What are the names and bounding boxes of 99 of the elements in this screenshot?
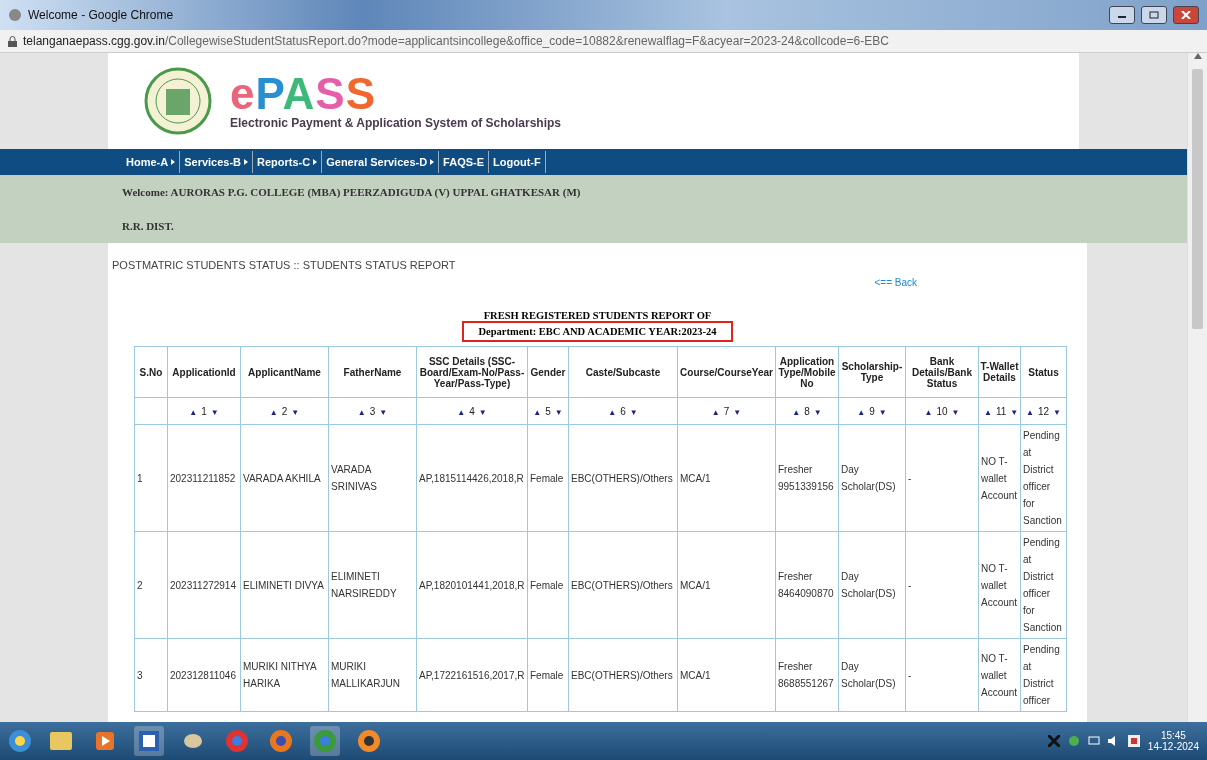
table-cell: 202312811046 bbox=[167, 638, 241, 712]
clock[interactable]: 15:45 14-12-2024 bbox=[1147, 730, 1199, 752]
table-cell: MCA/1 bbox=[677, 638, 776, 712]
minimize-button[interactable] bbox=[1109, 6, 1135, 24]
welcome-text: Welcome: AURORAS P.G. COLLEGE (MBA) PEERZADIGUDA (V) UPPAL GHATKESAR (M) bbox=[122, 186, 582, 198]
table-cell: Female bbox=[527, 424, 569, 532]
maximize-icon bbox=[1149, 11, 1159, 19]
table-cell: EBC(OTHERS)/Others bbox=[568, 424, 678, 532]
table-cell: Fresher 8688551267 bbox=[775, 638, 839, 712]
table-cell: MCA/1 bbox=[677, 424, 776, 532]
table-cell: Fresher 9951339156 bbox=[775, 424, 839, 532]
column-header[interactable]: Application Type/Mobile No bbox=[775, 346, 839, 398]
sort-control[interactable]: ▲ 7 ▼ bbox=[677, 397, 776, 425]
table-cell: ELIMINETI DIVYA bbox=[240, 531, 329, 639]
table-cell: ELIMINETI NARSIREDDY bbox=[328, 531, 417, 639]
report-subtitle: Department: EBC AND ACADEMIC YEAR:2023-24 bbox=[462, 321, 733, 342]
table-cell: AP,1815114426,2018,R bbox=[416, 424, 528, 532]
sort-control[interactable]: ▲ 5 ▼ bbox=[527, 397, 569, 425]
browser-icon bbox=[8, 8, 22, 22]
sync-icon[interactable] bbox=[1067, 735, 1080, 747]
sort-control[interactable]: ▲ 1 ▼ bbox=[167, 397, 241, 425]
column-header[interactable]: Scholarship-Type bbox=[838, 346, 906, 398]
table-cell: MURIKI MALLIKARJUN bbox=[328, 638, 417, 712]
table-cell: 3 bbox=[134, 638, 168, 712]
column-header[interactable]: ApplicationId bbox=[167, 346, 241, 398]
start-button[interactable] bbox=[8, 729, 32, 753]
column-header[interactable]: FatherName bbox=[328, 346, 417, 398]
table-cell: Pending at District officer for Sanction bbox=[1020, 531, 1067, 639]
network-icon[interactable] bbox=[1087, 735, 1100, 747]
nav-link[interactable]: Home-A bbox=[122, 151, 181, 173]
close-button[interactable] bbox=[1173, 6, 1199, 24]
table-cell: Female bbox=[527, 638, 569, 712]
table-cell: Female bbox=[527, 531, 569, 639]
table-cell: - bbox=[905, 424, 979, 532]
table-cell: VARADA SRINIVAS bbox=[328, 424, 417, 532]
nav-link[interactable]: Reports-C bbox=[253, 151, 323, 173]
sort-control[interactable]: ▲ 4 ▼ bbox=[416, 397, 528, 425]
table-cell: NO T-wallet Account bbox=[978, 531, 1021, 639]
table-cell: - bbox=[905, 531, 979, 639]
district-text: R.R. DIST. bbox=[122, 220, 175, 232]
media-player-icon[interactable] bbox=[96, 732, 114, 750]
report-title: FRESH REGISTERED STUDENTS REPORT OF bbox=[482, 310, 713, 321]
column-header[interactable]: S.No bbox=[134, 346, 168, 398]
table-cell: 202311211852 bbox=[167, 424, 241, 532]
sort-control[interactable]: ▲ 9 ▼ bbox=[838, 397, 906, 425]
table-cell: Day Scholar(DS) bbox=[838, 531, 906, 639]
table-cell: 1 bbox=[134, 424, 168, 532]
column-header[interactable]: T-Wallet Details bbox=[978, 346, 1021, 398]
table-cell: Pending at District officer for Sanction bbox=[1020, 424, 1067, 532]
column-header[interactable]: ApplicantName bbox=[240, 346, 329, 398]
flag-icon[interactable] bbox=[1127, 735, 1140, 747]
sort-control[interactable]: ▲ 12 ▼ bbox=[1020, 397, 1067, 425]
column-header[interactable]: SSC Details (SSC-Board/Exam-No/Pass-Year/Pass-Type) bbox=[416, 346, 528, 398]
column-header[interactable]: Caste/Subcaste bbox=[568, 346, 678, 398]
sort-control[interactable]: ▲ 6 ▼ bbox=[568, 397, 678, 425]
table-cell: Day Scholar(DS) bbox=[838, 638, 906, 712]
caret-icon bbox=[171, 159, 176, 165]
scrollbar-thumb[interactable] bbox=[1192, 69, 1203, 329]
nav-link[interactable]: FAQS-E bbox=[439, 151, 490, 173]
document-icon[interactable] bbox=[139, 731, 159, 751]
caret-icon bbox=[244, 159, 249, 165]
column-header[interactable]: Course/CourseYear bbox=[677, 346, 776, 398]
table-cell: 202311272914 bbox=[167, 531, 241, 639]
firefox-icon[interactable] bbox=[269, 729, 293, 753]
table-cell: AP,1820101441,2018,R bbox=[416, 531, 528, 639]
site-subtitle: Electronic Payment & Application System of Scholarships bbox=[230, 116, 561, 130]
nav-link[interactable]: General Services-D bbox=[322, 151, 440, 173]
sort-control[interactable]: ▲ 8 ▼ bbox=[775, 397, 839, 425]
table-cell: NO T-wallet Account bbox=[978, 638, 1021, 712]
table-cell: Pending at District officer bbox=[1020, 638, 1067, 712]
table-cell: Day Scholar(DS) bbox=[838, 424, 906, 532]
table-cell: 2 bbox=[134, 531, 168, 639]
maximize-button[interactable] bbox=[1141, 6, 1167, 24]
close-icon bbox=[1181, 11, 1191, 19]
column-header[interactable]: Status bbox=[1020, 346, 1067, 398]
column-header[interactable]: Gender bbox=[527, 346, 569, 398]
sort-control[interactable]: ▲ 11 ▼ bbox=[978, 397, 1021, 425]
table-cell: AP,1722161516,2017,R bbox=[416, 638, 528, 712]
page-heading: POSTMATRIC STUDENTS STATUS :: STUDENTS STATUS REPORT bbox=[111, 259, 457, 271]
sort-control[interactable]: ▲ 3 ▼ bbox=[328, 397, 417, 425]
caret-icon bbox=[313, 159, 318, 165]
table-cell: NO T-wallet Account bbox=[978, 424, 1021, 532]
column-header[interactable]: Bank Details/Bank Status bbox=[905, 346, 979, 398]
epass-logo: ePASS bbox=[230, 72, 378, 116]
back-link[interactable]: <== Back bbox=[874, 277, 917, 288]
table-cell: MCA/1 bbox=[677, 531, 776, 639]
caret-icon bbox=[430, 159, 435, 165]
table-cell: MURIKI NITHYA HARIKA bbox=[240, 638, 329, 712]
sort-control[interactable]: ▲ 10 ▼ bbox=[905, 397, 979, 425]
table-cell: VARADA AKHILA bbox=[240, 424, 329, 532]
sort-control[interactable]: ▲ 2 ▼ bbox=[240, 397, 329, 425]
table-cell: EBC(OTHERS)/Others bbox=[568, 638, 678, 712]
window-title: Welcome - Google Chrome bbox=[28, 8, 175, 22]
nav-link[interactable]: Logout-F bbox=[489, 151, 546, 173]
table-cell: Fresher 8464090870 bbox=[775, 531, 839, 639]
table-cell: EBC(OTHERS)/Others bbox=[568, 531, 678, 639]
lock-icon bbox=[8, 35, 17, 47]
nav-link[interactable]: Services-B bbox=[180, 151, 254, 173]
table-cell: - bbox=[905, 638, 979, 712]
